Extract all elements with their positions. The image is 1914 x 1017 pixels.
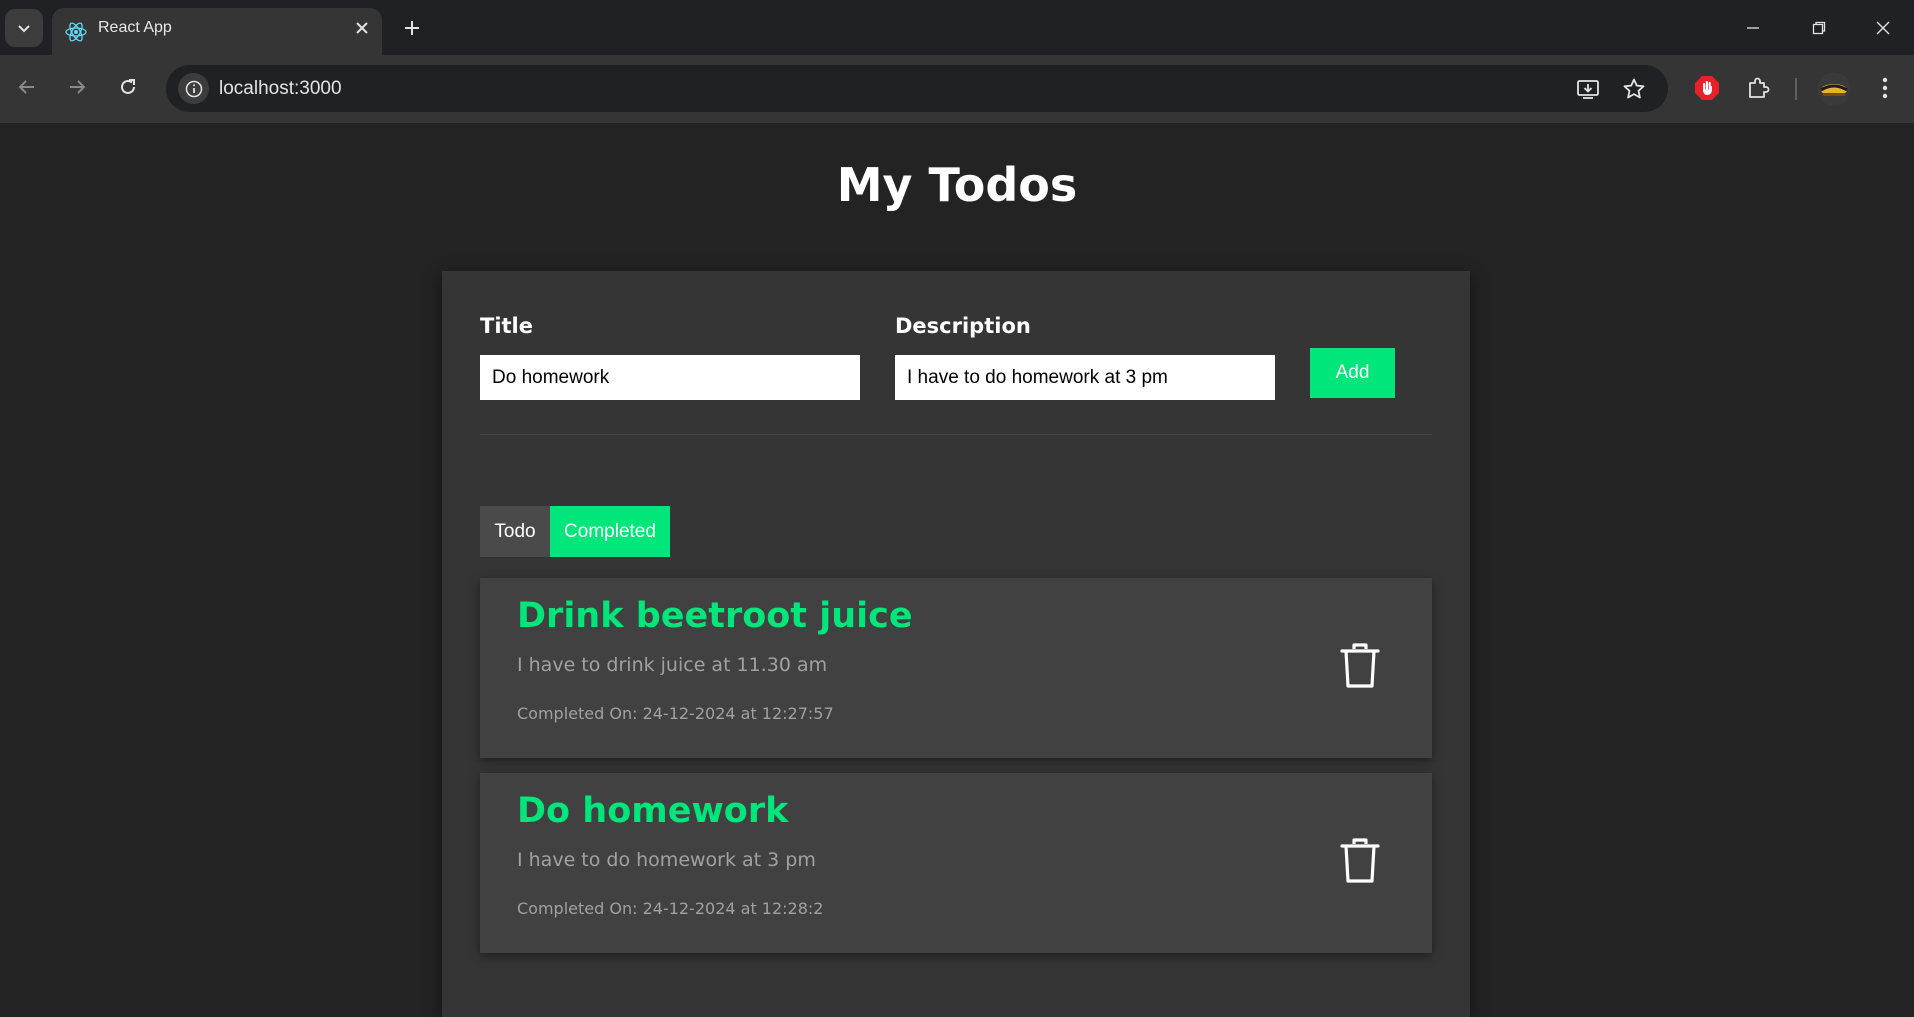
chevron-down-icon	[18, 25, 30, 33]
new-tab-button[interactable]	[397, 13, 427, 43]
profile-avatar[interactable]	[1817, 72, 1851, 106]
profile-picture-icon	[1817, 72, 1851, 106]
browser-menu-button[interactable]	[1868, 71, 1902, 105]
info-icon	[185, 80, 202, 97]
more-vertical-icon	[1882, 77, 1888, 99]
star-icon	[1623, 78, 1645, 99]
page-content: My Todos Title Description Add Todo Comp…	[0, 123, 1914, 1017]
form-divider	[480, 434, 1432, 435]
react-logo-icon	[65, 22, 87, 42]
puzzle-piece-icon	[1749, 77, 1770, 98]
minimize-button[interactable]	[1733, 8, 1773, 48]
title-label: Title	[480, 314, 534, 338]
arrow-left-icon	[18, 80, 34, 94]
forward-button[interactable]	[59, 69, 95, 105]
back-button[interactable]	[9, 69, 45, 105]
minimize-icon	[1747, 27, 1759, 29]
site-info-button[interactable]	[178, 73, 209, 104]
close-icon	[1876, 21, 1890, 35]
tab-todo[interactable]: Todo	[480, 506, 550, 557]
address-bar[interactable]: localhost:3000	[166, 65, 1668, 112]
todo-item-title: Drink beetroot juice	[517, 596, 913, 636]
description-label: Description	[895, 314, 1031, 338]
tab-search-button[interactable]	[5, 9, 43, 47]
close-icon	[356, 22, 368, 34]
todo-item-completed-on: Completed On: 24-12-2024 at 12:28:2	[517, 899, 824, 918]
add-button[interactable]: Add	[1310, 348, 1395, 398]
tab-close-button[interactable]	[352, 18, 372, 38]
url-text: localhost:3000	[219, 78, 342, 99]
adblock-extension-button[interactable]	[1690, 71, 1724, 105]
bookmark-star-button[interactable]	[1620, 75, 1648, 103]
tab-title: React App	[98, 19, 172, 36]
todo-item-description: I have to drink juice at 11.30 am	[517, 654, 828, 676]
tab-completed[interactable]: Completed	[550, 506, 670, 557]
browser-toolbar: localhost:3000	[0, 55, 1914, 123]
arrow-right-icon	[70, 80, 86, 94]
title-input[interactable]	[480, 355, 860, 400]
stop-hand-icon	[1695, 76, 1719, 100]
restore-button[interactable]	[1799, 8, 1839, 48]
todo-item-completed-on: Completed On: 24-12-2024 at 12:27:57	[517, 704, 834, 723]
install-icon	[1577, 80, 1599, 99]
todo-item-description: I have to do homework at 3 pm	[517, 849, 816, 871]
todo-wrapper: Title Description Add Todo Completed Dri…	[442, 271, 1470, 1017]
reload-icon	[121, 79, 135, 94]
install-app-button[interactable]	[1574, 75, 1602, 103]
delete-trash-icon[interactable]	[1340, 838, 1380, 884]
restore-icon	[1812, 21, 1826, 35]
todo-list-item: Do homework I have to do homework at 3 p…	[480, 773, 1432, 953]
reload-button[interactable]	[110, 69, 146, 105]
browser-tab-strip: React App	[0, 0, 1914, 55]
browser-tab-react-app[interactable]: React App	[52, 8, 382, 55]
extensions-button[interactable]	[1741, 71, 1775, 105]
todo-item-title: Do homework	[517, 791, 789, 831]
page-title: My Todos	[836, 158, 1078, 212]
todo-list-item: Drink beetroot juice I have to drink jui…	[480, 578, 1432, 758]
description-input[interactable]	[895, 355, 1275, 400]
close-window-button[interactable]	[1863, 8, 1903, 48]
plus-icon	[405, 21, 419, 35]
toolbar-separator	[1795, 78, 1797, 100]
delete-trash-icon[interactable]	[1340, 643, 1380, 689]
